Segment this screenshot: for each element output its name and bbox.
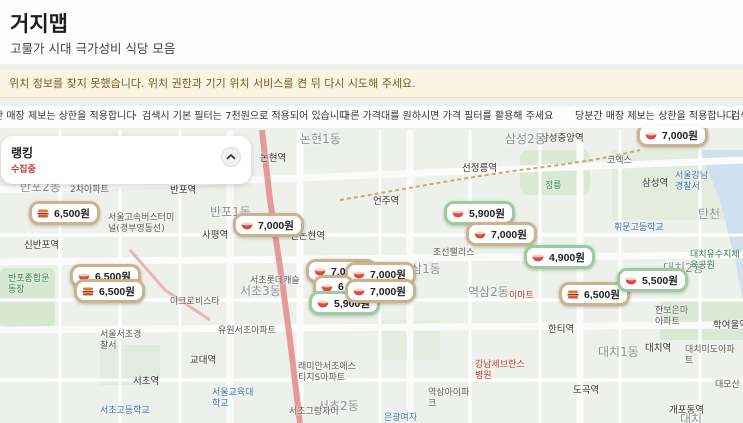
ticker-item: 다른 가격대를 원하시면 가격 필터를 활용해 주세요 [341,111,554,122]
burger-icon [567,290,579,298]
price-marker[interactable]: 7,000원 [345,279,416,303]
bowl-icon [625,277,637,284]
price-marker[interactable]: 7,000원 [233,213,304,237]
marker-price: 7,000원 [491,228,527,241]
app-subtitle: 고물가 시대 극가성비 식당 모음 [10,41,176,56]
map-label: 휘문고등학교 [614,223,664,233]
bowl-icon [645,132,657,139]
map-label: 서울강남경찰서 [675,171,709,192]
map-label: 한보은마아파트 [655,306,689,327]
marker-price: 7,000원 [258,219,294,232]
bowl-icon [532,254,544,261]
map-label: 래미안서초에스티지S아파트 [298,362,356,383]
map-label: 논현역 [260,153,287,164]
price-marker[interactable]: 6,500원 [74,279,145,303]
map-label: 한티역 [548,324,575,335]
map-label: 정릉 [545,181,562,191]
app-title: 거지맵 [10,13,68,36]
ticker-separator: · [723,111,727,122]
price-marker[interactable]: 7,000원 [466,222,537,246]
map-label: 조선팰리스 [433,248,475,258]
ticker-track: 간 매장 제보는 상한을 적용합니다 · 검색시 기본 필터는 7천원으로 적용… [0,106,743,128]
map-label: 학여울역 [713,320,743,331]
map-label: 서울교육대학교 [212,388,254,409]
ticker-item: 당분간 매장 제보는 상한을 적용합니다 [575,111,735,122]
map-label: 언주역 [373,196,400,207]
ticker-item: 간 매장 제보는 상한을 적용합니다 [0,111,136,122]
map-label: 대치역 [645,343,672,354]
map-label: 탄천 [698,207,721,221]
marker-price: 6,500원 [99,285,135,298]
burger-icon [37,209,49,217]
map-label: 대모산 [715,380,740,390]
ranking-status: 수집중 [11,165,36,175]
map-label: 도곡역 [573,385,600,396]
burger-icon [82,287,94,295]
price-marker[interactable]: 5,500원 [617,268,688,292]
collapse-button[interactable] [221,147,241,167]
bowl-icon [241,222,253,229]
map-label: 서초고등학교 [100,406,150,416]
map-label: 역삼아이파크 [428,388,470,409]
notice-ticker: 간 매장 제보는 상한을 적용합니다 · 검색시 기본 필터는 7천원으로 적용… [0,106,743,128]
map-label: 서울서초경찰서 [100,330,142,351]
marker-price: 7,000원 [662,129,698,142]
bowl-icon [474,231,486,238]
map-label: 교대역 [190,355,217,366]
map-label: 서울고속버스터미널(경부영동선) [108,213,175,234]
map-label: 반포역 [170,185,197,196]
ticker-separator: · [134,111,138,122]
map-label: 서초그랑자이 [289,407,339,417]
map-label: 신반포역 [24,240,59,251]
map-label: 논현1동 [300,132,341,146]
bowl-icon [452,210,464,217]
map-label: 서초역 [133,376,160,387]
marker-price: 4,900원 [549,251,585,264]
map-label: 삼성2동 [505,132,546,146]
map-label: 대치1동 [598,345,639,359]
map-label: 선정릉역 [462,163,497,174]
ticker-item: 검색시 기본 필터는 7천원으로 적용되어 있습니다 [142,111,349,122]
bowl-icon [353,288,365,295]
ranking-title: 랭킹 [11,146,34,160]
map-label: 삼성중앙역 [540,133,584,144]
map-label: 서초3동 [240,284,281,298]
bowl-icon [353,271,365,278]
app-header: 거지맵 고물가 시대 극가성비 식당 모음 [0,0,743,64]
map-label: 유원서초아파트 [218,326,276,336]
map-label: 반포종합운동장 [8,274,50,295]
ticker-separator: · [333,111,337,122]
map-label: 은광여자 [384,413,418,423]
marker-price: 6,500원 [584,288,620,301]
marker-price: 5,500원 [642,274,678,287]
map-label: 사평역 [202,230,229,241]
map-label: 코엑스 [607,156,632,166]
location-error-banner: 위치 정보를 찾지 못했습니다. 위치 권한과 기기 위치 서비스를 켠 뒤 다… [0,70,743,98]
marker-price: 6,500원 [54,207,90,220]
price-marker[interactable]: 4,900원 [524,245,595,269]
price-marker[interactable]: 6,500원 [29,201,100,225]
map-label: 강남세브란스병원 [475,360,525,381]
map-label: 역삼2동 [468,285,509,299]
map-label: 아크로비스타 [170,297,220,307]
marker-price: 5,900원 [469,207,505,220]
ranking-panel[interactable]: 랭킹 수집중 [1,136,251,184]
map-label: 대치유수지체육공원 [690,250,740,271]
map-label: 대치 [680,412,703,423]
map-label: 대치미도아파트 [685,345,735,366]
marker-price: 7,000원 [370,285,406,298]
map-label: 이마트 [509,291,534,301]
bowl-icon [317,300,329,307]
chevron-up-icon [226,154,236,160]
ticker-item: 검색 [731,111,743,122]
map-label: 삼성역 [642,178,669,189]
